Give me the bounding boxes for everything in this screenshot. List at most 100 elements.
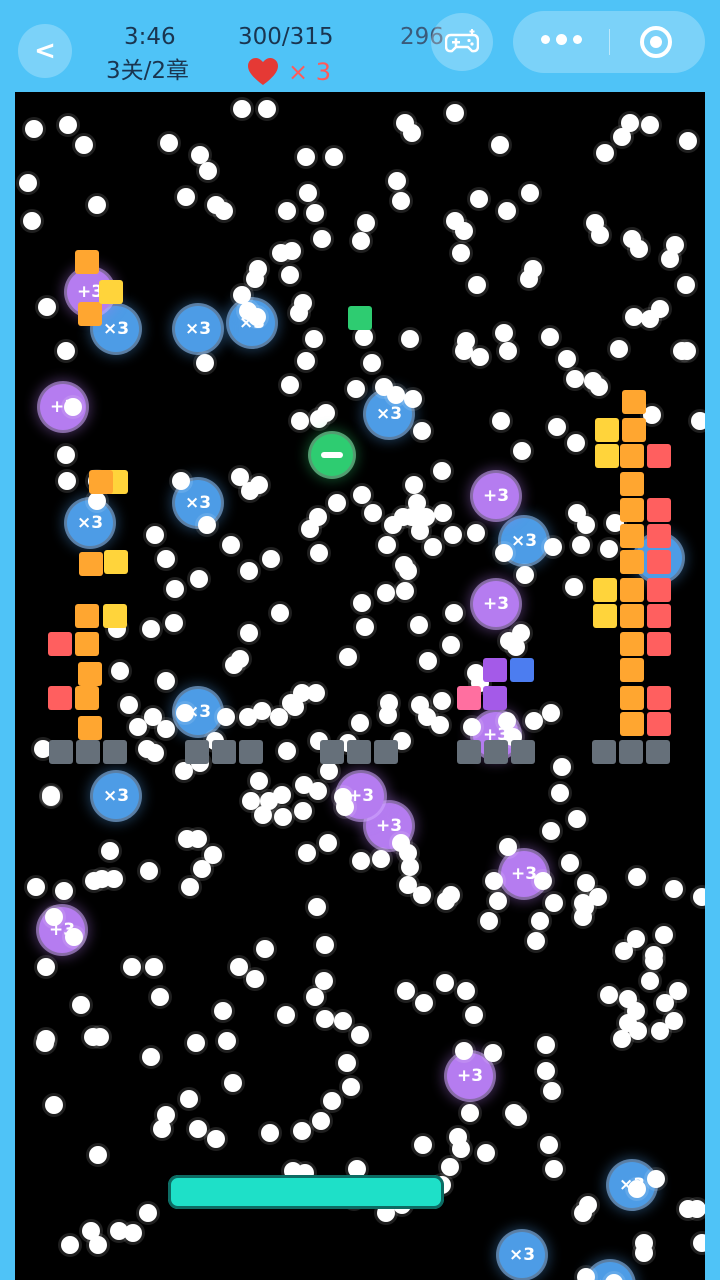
ball — [151, 988, 169, 1006]
ball — [527, 932, 545, 950]
brick-gray — [374, 740, 398, 764]
ball — [111, 662, 129, 680]
ball — [207, 1130, 225, 1148]
more-dots-icon[interactable] — [541, 34, 582, 45]
brick — [593, 604, 617, 628]
ball — [246, 970, 264, 988]
ball — [444, 526, 462, 544]
ball — [342, 1078, 360, 1096]
ball — [693, 888, 705, 906]
brick — [620, 658, 644, 682]
ball — [574, 894, 592, 912]
ball — [641, 116, 659, 134]
ball — [410, 616, 428, 634]
ball — [600, 986, 618, 1004]
ball — [176, 704, 194, 722]
ball — [142, 620, 160, 638]
brick — [620, 444, 644, 468]
ball — [273, 786, 291, 804]
ball — [172, 472, 190, 490]
ball — [231, 650, 249, 668]
ball — [58, 472, 76, 490]
brick — [75, 604, 99, 628]
ball — [310, 544, 328, 562]
ball — [572, 536, 590, 554]
ball — [492, 412, 510, 430]
plus-powerup: +3 — [473, 581, 519, 627]
ball — [540, 1136, 558, 1154]
ball — [463, 718, 481, 736]
ball — [495, 324, 513, 342]
ball — [258, 100, 276, 118]
ball — [413, 886, 431, 904]
ball — [635, 1234, 653, 1252]
ball — [240, 562, 258, 580]
ball — [239, 302, 257, 320]
ball — [543, 1082, 561, 1100]
multiply-label: ×3 — [102, 319, 130, 339]
ball — [271, 604, 289, 622]
brick — [647, 524, 671, 548]
ball — [191, 146, 209, 164]
ball — [401, 858, 419, 876]
ball — [351, 1026, 369, 1044]
ball — [120, 696, 138, 714]
ball — [316, 1010, 334, 1028]
ball — [319, 834, 337, 852]
ball — [351, 714, 369, 732]
ball — [446, 212, 464, 230]
ball — [600, 540, 618, 558]
ball — [484, 1044, 502, 1062]
ball — [437, 892, 455, 910]
ball — [308, 898, 326, 916]
gamepad-button[interactable] — [431, 13, 493, 71]
ball — [88, 196, 106, 214]
ball — [465, 1006, 483, 1024]
brick — [647, 712, 671, 736]
ball — [424, 538, 442, 556]
ball — [436, 974, 454, 992]
ball — [679, 132, 697, 150]
paddle[interactable] — [168, 1175, 444, 1209]
ball — [363, 354, 381, 372]
brick-gray — [185, 740, 209, 764]
ball — [353, 486, 371, 504]
ball — [233, 286, 251, 304]
ball — [153, 1120, 171, 1138]
ball — [177, 188, 195, 206]
ball — [449, 1128, 467, 1146]
back-button[interactable]: < — [18, 24, 72, 78]
ball — [691, 412, 705, 430]
ball — [204, 846, 222, 864]
ball — [256, 940, 274, 958]
plus-powerup: +3 — [447, 1053, 493, 1099]
brick-gray — [619, 740, 643, 764]
ball — [144, 708, 162, 726]
ball — [461, 1104, 479, 1122]
ball — [309, 782, 327, 800]
ball — [356, 618, 374, 636]
ball — [231, 468, 249, 486]
game-board[interactable]: ×3×3×3+3+3+3+3+3×3+3×3+3×3×3+3×3×3×3+3×3… — [15, 92, 705, 1280]
target-icon[interactable] — [640, 26, 672, 58]
ball — [379, 706, 397, 724]
ball — [281, 376, 299, 394]
ball — [299, 184, 317, 202]
ball — [19, 174, 37, 192]
brick — [595, 444, 619, 468]
plus-label: +3 — [375, 816, 403, 836]
brick-gray — [511, 740, 535, 764]
ball — [405, 476, 423, 494]
score-counter: 300/315 — [238, 24, 334, 50]
multiply-label: ×3 — [184, 319, 212, 339]
ball — [619, 1014, 637, 1032]
brick — [620, 604, 644, 628]
ball — [82, 1222, 100, 1240]
ball — [434, 504, 452, 522]
brick — [103, 604, 127, 628]
ball — [401, 330, 419, 348]
ball — [355, 328, 373, 346]
ball — [524, 260, 542, 278]
ball — [568, 504, 586, 522]
multiply-label: ×3 — [184, 493, 212, 513]
